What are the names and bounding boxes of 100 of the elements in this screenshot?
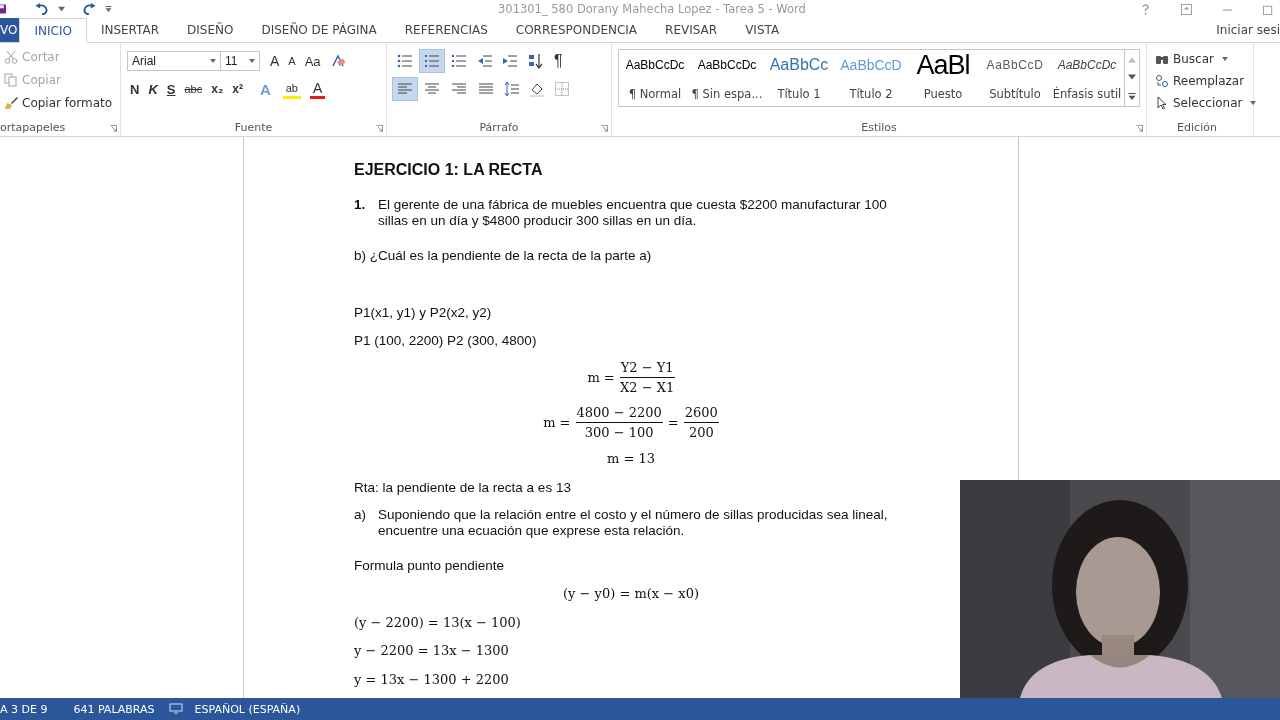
window-title: 301301_ 580 Dorany Mahecha Lopez - Tarea 5 - Word	[498, 2, 807, 16]
ribbon-tab[interactable]: REFERENCIAS	[390, 18, 502, 42]
bullet-list-icon	[397, 53, 413, 69]
equation: =	[667, 413, 679, 432]
group-label: Fuente	[234, 121, 273, 136]
decrease-indent-icon[interactable]	[477, 53, 493, 69]
change-case-button[interactable]: Aa	[301, 50, 324, 72]
numbered-list-icon	[424, 53, 440, 69]
italic-button[interactable]: K	[145, 78, 161, 100]
style-item[interactable]: AaBl Puesto	[907, 50, 979, 106]
alignment-icon	[397, 81, 413, 97]
dialog-launcher-icon[interactable]	[601, 125, 608, 132]
numbering-list-button[interactable]	[420, 50, 444, 72]
editing-button[interactable]: Seleccionar	[1155, 93, 1257, 112]
paragraph: P1 (100, 2200) P2 (300, 4800)	[354, 333, 537, 348]
caret-icon	[1250, 100, 1257, 105]
list-marker: a)	[354, 507, 367, 524]
caret-icon	[249, 59, 255, 63]
replace-icon	[1155, 73, 1169, 88]
style-item[interactable]: AaBbCcDc ¶ Sin espa...	[691, 50, 763, 106]
word-count[interactable]: 641 PALABRAS	[73, 702, 155, 716]
copy-icon	[4, 72, 18, 87]
ribbon-tab[interactable]: VISTA	[731, 18, 794, 42]
font-color-button[interactable]: A	[310, 79, 326, 99]
subscript-button[interactable]: x₂	[208, 78, 227, 100]
style-item[interactable]: AaBbCcDc Énfasis sutil	[1051, 50, 1123, 106]
equation: y − 2200 = 13x − 1300	[354, 642, 509, 660]
help-icon[interactable]	[1140, 3, 1151, 15]
scissors-icon	[4, 49, 18, 64]
caret-icon[interactable]	[58, 6, 65, 12]
editing-button[interactable]: Buscar	[1155, 49, 1228, 68]
ribbon-display-icon[interactable]	[1181, 3, 1192, 15]
more-styles-icon[interactable]	[1128, 93, 1136, 101]
paragraph: Rta: la pendiente de la recta a es 13	[354, 480, 571, 495]
group-label: Párrafo	[479, 121, 519, 136]
grow-font-button[interactable]: A	[267, 50, 283, 72]
superscript-button[interactable]: x²	[229, 78, 246, 100]
paragraph: El gerente de una fábrica de muebles encuentra que cuesta $2200 manufacturar 100 sillas en un día y $4800 producir 300 sillas en un día.	[378, 197, 888, 229]
fraction: Y2 − Y1 X2 − X1	[619, 358, 675, 397]
paragraph: b) ¿Cuál es la pendiente de la recta de la parte a)	[354, 248, 652, 263]
pointer-icon	[1155, 95, 1169, 110]
equation: y = 13x − 1300 + 2200	[354, 671, 509, 689]
scroll-down-icon[interactable]	[1128, 74, 1136, 82]
fraction: 4800 − 2200 300 − 100	[575, 403, 663, 442]
restore-icon[interactable]	[1263, 3, 1274, 15]
heading: EJERCICIO 1: LA RECTA	[354, 160, 544, 180]
numbered-list-icon	[451, 53, 467, 69]
customize-icon[interactable]	[105, 6, 112, 12]
ribbon-tab[interactable]: DISEÑO DE PÁGINA	[247, 18, 391, 42]
fraction: 2600 200	[683, 403, 719, 442]
underline-button[interactable]: S	[163, 78, 179, 100]
bold-button[interactable]: N	[127, 78, 143, 100]
strikethrough-button[interactable]: abc	[181, 78, 206, 100]
equation: m =	[587, 368, 615, 387]
style-item[interactable]: AaBbCcD Título 2	[835, 50, 907, 106]
group-label: Estilos	[861, 121, 897, 136]
ribbon-tab[interactable]: INICIO	[19, 18, 87, 43]
page-count[interactable]: A 3 DE 9	[0, 702, 48, 716]
list-marker: 1.	[354, 197, 367, 214]
ribbon-tab[interactable]: DISEÑO	[173, 18, 248, 42]
redo-icon[interactable]	[81, 2, 97, 16]
save-icon[interactable]	[0, 3, 6, 15]
ribbon-tab[interactable]: VO	[0, 18, 20, 42]
style-item[interactable]: AaBbCcD Subtítulo	[979, 50, 1051, 106]
font-name-field[interactable]: Arial	[127, 51, 221, 71]
align-left-button[interactable]	[393, 78, 417, 100]
brush-icon	[4, 95, 18, 110]
paragraph: Formula punto pendiente	[354, 558, 505, 573]
equation: m =	[543, 413, 571, 432]
alignment-icon	[451, 81, 467, 97]
font-size-field[interactable]: 11	[220, 51, 260, 71]
sort-icon[interactable]	[527, 53, 543, 69]
ribbon-tab[interactable]: CORRESPONDENCIA	[501, 18, 652, 42]
style-item[interactable]: AaBbCc Título 1	[763, 50, 835, 106]
highlight-button[interactable]: ab	[282, 79, 301, 99]
group-label: ortapapeles	[0, 121, 66, 136]
dialog-launcher-icon[interactable]	[1136, 125, 1143, 132]
paragraph: Suponiendo que la relación entre el costo y el número de sillas producidas sea lineal, encuentre una ecuación que exprese esta relación.	[378, 507, 889, 539]
show-formatting-button[interactable]: ¶	[551, 50, 566, 72]
dialog-launcher-icon[interactable]	[376, 125, 383, 132]
caret-icon	[210, 59, 216, 63]
language-indicator[interactable]: ESPAÑOL (ESPAÑA)	[194, 702, 301, 716]
paragraph: P1(x1, y1) y P2(x2, y2)	[354, 305, 492, 320]
style-item[interactable]: AaBbCcDc ¶ Normal	[619, 50, 691, 106]
shading-icon[interactable]	[529, 81, 545, 97]
clipboard-button[interactable]: Copiar formato	[4, 93, 113, 112]
equation: (y − 2200) = 13(x − 100)	[354, 614, 521, 632]
dialog-launcher-icon[interactable]	[110, 125, 117, 132]
undo-icon[interactable]	[34, 2, 50, 16]
increase-indent-icon[interactable]	[502, 53, 518, 69]
editing-button[interactable]: Reemplazar	[1155, 71, 1245, 90]
line-spacing-icon[interactable]	[504, 81, 520, 97]
alignment-icon	[478, 81, 494, 97]
proofing-icon[interactable]	[168, 703, 183, 715]
clear-formatting-icon[interactable]	[329, 53, 346, 69]
ribbon-tab[interactable]: INSERTAR	[86, 18, 173, 42]
sign-in-link[interactable]: Iniciar sesi	[1216, 23, 1280, 37]
ribbon-tab[interactable]: REVISAR	[651, 18, 732, 42]
shrink-font-button[interactable]: A	[285, 50, 299, 72]
alignment-icon	[424, 81, 440, 97]
